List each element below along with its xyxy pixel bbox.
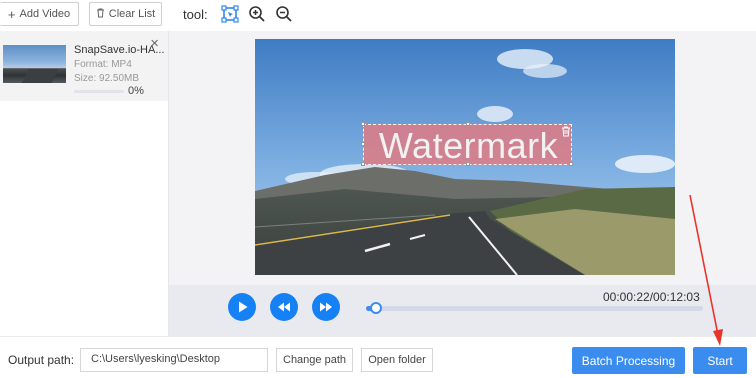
- add-video-button[interactable]: + Add Video: [0, 2, 79, 26]
- file-list-panel: SnapSave.io-HA... Format: MP4 Size: 92.5…: [0, 31, 169, 336]
- trash-icon: [96, 8, 105, 21]
- zoom-out-icon[interactable]: [275, 5, 293, 23]
- rewind-button[interactable]: [270, 293, 298, 321]
- tool-label: tool:: [183, 7, 208, 22]
- time-display: 00:00:22/00:12:03: [603, 290, 700, 304]
- open-folder-button[interactable]: Open folder: [361, 348, 433, 372]
- start-button[interactable]: Start: [693, 347, 747, 374]
- select-area-icon[interactable]: [221, 5, 239, 23]
- file-format: Format: MP4: [74, 59, 132, 70]
- seek-handle[interactable]: [370, 302, 383, 314]
- resize-handle[interactable]: [361, 162, 365, 166]
- play-icon: [239, 301, 248, 313]
- file-list-item[interactable]: SnapSave.io-HA... Format: MP4 Size: 92.5…: [0, 31, 168, 101]
- resize-handle[interactable]: [361, 122, 365, 126]
- fast-forward-button[interactable]: [312, 293, 340, 321]
- zoom-in-icon[interactable]: [248, 5, 266, 23]
- file-progress-text: 0%: [128, 85, 144, 97]
- seek-bar[interactable]: [366, 306, 703, 311]
- clear-list-label: Clear List: [108, 8, 156, 20]
- player-controls: 00:00:22/00:12:03: [169, 285, 756, 336]
- resize-handle[interactable]: [569, 162, 573, 166]
- batch-processing-button[interactable]: Batch Processing: [572, 347, 685, 374]
- app-window: + Add Video Clear List SnapSave.io-HA...…: [0, 0, 756, 378]
- file-progress-bar: [74, 90, 124, 93]
- watermark-box[interactable]: Watermark: [361, 122, 573, 166]
- delete-watermark-icon[interactable]: [560, 124, 572, 137]
- resize-handle[interactable]: [466, 122, 470, 126]
- file-size: Size: 92.50MB: [74, 73, 140, 84]
- rewind-icon: [278, 302, 290, 312]
- close-icon[interactable]: ✕: [150, 37, 159, 50]
- left-toolbar: + Add Video Clear List: [0, 0, 169, 31]
- plus-icon: +: [7, 6, 16, 22]
- resize-handle[interactable]: [361, 142, 365, 146]
- fast-forward-icon: [320, 302, 332, 312]
- clear-list-button[interactable]: Clear List: [89, 2, 162, 26]
- play-button[interactable]: [228, 293, 256, 321]
- resize-handle[interactable]: [466, 162, 470, 166]
- output-path-field[interactable]: C:\Users\lyesking\Desktop: [80, 348, 268, 372]
- change-path-button[interactable]: Change path: [276, 348, 353, 372]
- video-thumbnail: [3, 45, 66, 83]
- bottom-bar: Output path: C:\Users\lyesking\Desktop C…: [0, 336, 756, 378]
- add-video-label: Add Video: [19, 8, 71, 20]
- watermark-text: Watermark: [378, 125, 559, 166]
- output-path-label: Output path:: [8, 353, 75, 367]
- tool-bar: tool:: [169, 0, 756, 31]
